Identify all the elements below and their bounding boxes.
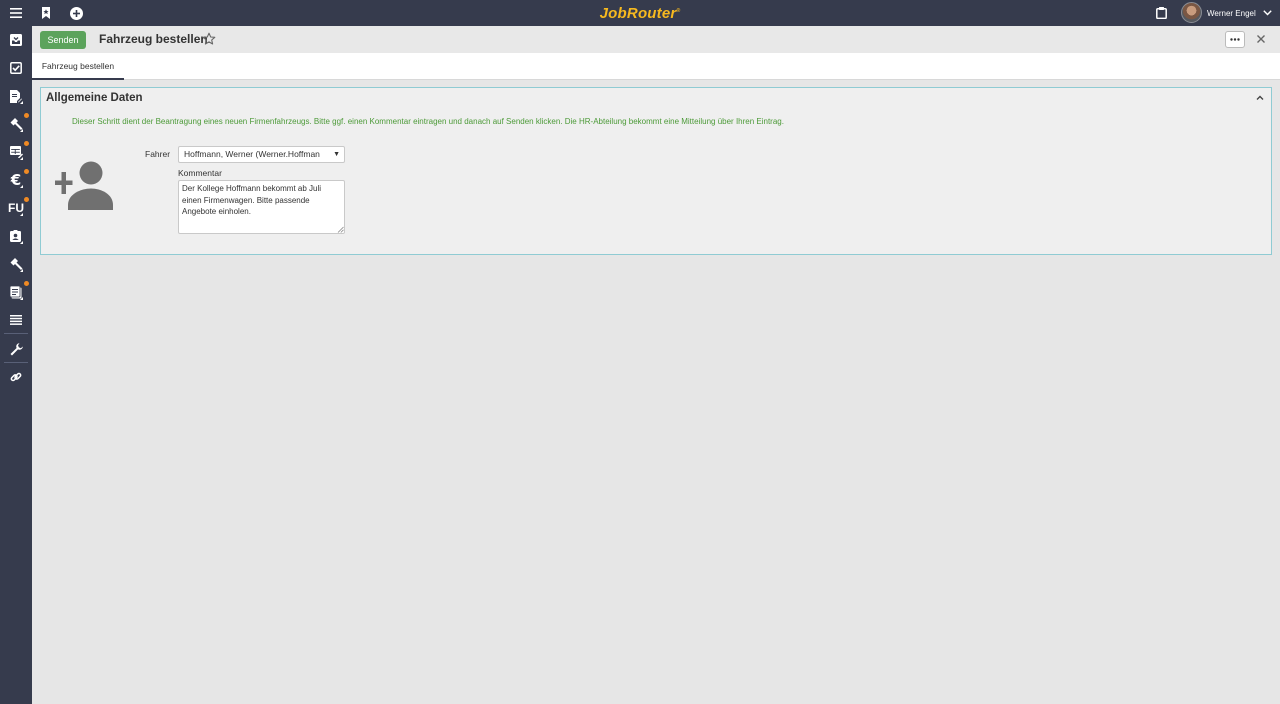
more-options-button[interactable] <box>1225 31 1245 48</box>
sidebar-item-fu[interactable]: FU <box>0 195 32 221</box>
top-bar: JobRouter® Werner Engel <box>0 0 1280 26</box>
wrench-icon <box>10 342 23 355</box>
sidebar-item-documents[interactable] <box>0 83 32 109</box>
fahrer-label: Fahrer <box>145 149 171 159</box>
fahrer-select[interactable]: Hoffmann, Werner (Werner.Hoffman ▼ <box>178 146 345 163</box>
user-avatar[interactable] <box>1181 2 1202 23</box>
chevron-up-icon[interactable] <box>1254 92 1266 104</box>
sidebar-item-tables[interactable] <box>0 139 32 165</box>
sidebar-item-settings[interactable] <box>0 336 32 362</box>
user-name[interactable]: Werner Engel <box>1207 0 1256 27</box>
more-icon <box>1230 38 1240 41</box>
sidebar-item-inbox[interactable] <box>0 27 32 53</box>
tab-bar: Fahrzeug bestellen <box>32 53 1280 80</box>
inbox-icon <box>10 34 22 46</box>
kommentar-label: Kommentar <box>178 168 222 178</box>
app-logo: JobRouter® <box>599 5 681 22</box>
close-icon[interactable] <box>1254 32 1268 46</box>
kommentar-textarea[interactable]: Der Kollege Hoffmann bekommt ab Juli ein… <box>178 180 345 234</box>
sidebar-item-finance[interactable]: € <box>0 167 32 193</box>
panel-allgemeine-daten: Allgemeine Daten Dieser Schritt dient de… <box>40 87 1272 255</box>
page-title: Fahrzeug bestellen <box>99 32 208 46</box>
sidebar-item-links[interactable] <box>0 364 32 390</box>
list-icon <box>10 315 22 325</box>
panel-title: Allgemeine Daten <box>46 92 143 104</box>
sidebar-item-tools-2[interactable] <box>0 251 32 277</box>
sidebar-item-list[interactable] <box>0 307 32 333</box>
dropdown-arrow-icon: ▼ <box>331 147 340 162</box>
add-person-icon <box>55 161 113 210</box>
link-icon <box>10 372 22 382</box>
sidebar-item-reports[interactable] <box>0 279 32 305</box>
send-button[interactable]: Senden <box>40 31 86 49</box>
step-header: Senden Fahrzeug bestellen <box>32 26 1280 53</box>
resize-grip-icon[interactable] <box>337 226 344 233</box>
sidebar-item-tools[interactable] <box>0 111 32 137</box>
star-icon[interactable] <box>202 32 216 46</box>
clipboard-icon[interactable] <box>1146 0 1176 26</box>
check-box-icon <box>10 62 22 74</box>
panel-description: Dieser Schritt dient der Beantragung ein… <box>72 117 784 126</box>
fahrer-select-value: Hoffmann, Werner (Werner.Hoffman <box>184 149 320 159</box>
sidebar-item-tasks[interactable] <box>0 55 32 81</box>
sidebar-item-contacts[interactable] <box>0 223 32 249</box>
sidebar: € FU <box>0 26 32 704</box>
chevron-down-icon[interactable] <box>1252 0 1280 26</box>
tab-fahrzeug-bestellen[interactable]: Fahrzeug bestellen <box>32 53 124 80</box>
